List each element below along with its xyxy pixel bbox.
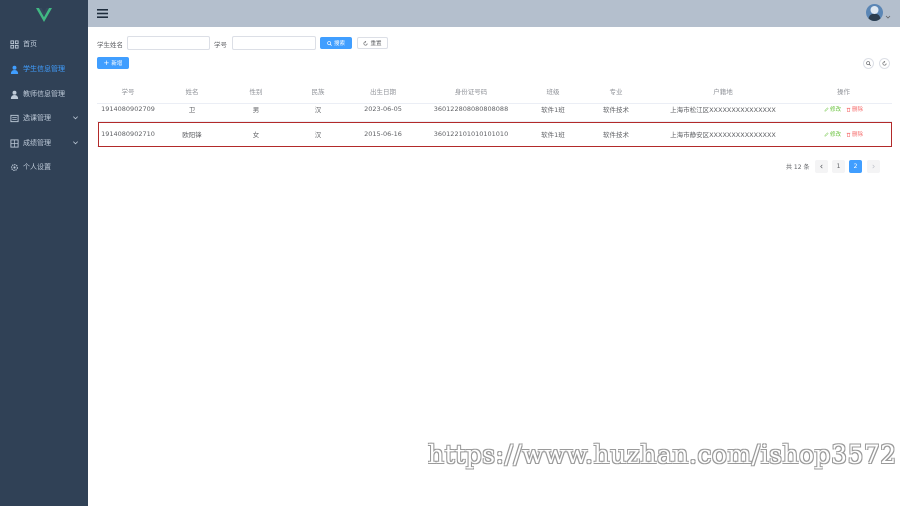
list-icon (10, 114, 19, 122)
table-row[interactable]: 1914080902710 欧阳锋 女 汉 2015-06-16 3601221… (97, 122, 892, 147)
reset-button-label: 重置 (370, 41, 382, 47)
cell-gender: 男 (252, 106, 260, 114)
sidebar-item-label: 选课管理 (23, 114, 51, 122)
edit-icon (824, 106, 829, 112)
cell-birthdate: 2023-06-05 (364, 105, 402, 113)
refresh-table-button[interactable] (879, 58, 890, 69)
student-name-input[interactable] (127, 36, 210, 50)
toggle-search-button[interactable] (863, 58, 874, 69)
chevron-down-icon (73, 116, 78, 120)
sidebar-item-label: 个人设置 (23, 163, 51, 171)
search-icon (866, 61, 871, 66)
cell-student-id: 1914080902710 (101, 130, 155, 138)
cell-major: 软件技术 (603, 106, 629, 114)
delete-button-label: 删除 (852, 132, 864, 138)
cell-actions: 修改 删除 (795, 122, 892, 146)
sidebar-item-settings[interactable]: 个人设置 (0, 156, 88, 178)
pagination-page-1[interactable]: 1 (832, 160, 845, 173)
reset-button[interactable]: 重置 (357, 37, 388, 49)
trash-icon (846, 132, 851, 137)
avatar[interactable] (866, 4, 883, 21)
top-navbar (88, 0, 900, 27)
vue-logo-icon (36, 8, 52, 22)
sidebar-item-teachers[interactable]: 教师信息管理 (0, 83, 88, 105)
refresh-icon (364, 40, 368, 45)
chevron-down-icon (73, 141, 78, 145)
dashboard-icon (10, 39, 19, 49)
sidebar-item-home[interactable]: 首页 (0, 33, 88, 55)
delete-button-label: 删除 (852, 107, 864, 113)
refresh-icon (882, 61, 887, 66)
edit-button-label: 修改 (829, 107, 841, 113)
cell-student-id: 1914080902709 (101, 105, 155, 113)
watermark-text: https://www.huzhan.com/ishop3572 (428, 440, 897, 469)
edit-button[interactable]: 修改 (824, 130, 841, 138)
app-root: 首页 学生信息管理 教师信息管理 选课管理 成绩管理 个人设置 学生姓名 学号 … (0, 0, 900, 506)
cell-class: 软件1班 (541, 131, 565, 139)
cell-birthdate: 2015-06-16 (364, 130, 402, 138)
pagination-page-2[interactable]: 2 (849, 160, 862, 173)
user-icon (10, 65, 19, 74)
delete-button[interactable]: 删除 (846, 130, 863, 138)
cell-hometown: 上海市静安区XXXXXXXXXXXXXXX (670, 131, 776, 139)
search-button[interactable]: 搜索 (320, 37, 352, 49)
delete-button[interactable]: 删除 (846, 105, 863, 113)
student-id-label: 学号 (214, 41, 227, 49)
edit-button[interactable]: 修改 (824, 105, 841, 113)
plus-icon: + (103, 58, 110, 67)
search-icon (327, 40, 332, 46)
sidebar-item-course[interactable]: 选课管理 (0, 107, 88, 129)
pagination-prev-button[interactable] (815, 160, 828, 173)
hamburger-icon[interactable] (97, 8, 108, 19)
sidebar-item-students[interactable]: 学生信息管理 (0, 58, 88, 80)
vue-logo[interactable] (0, 0, 88, 30)
avatar-image (866, 4, 883, 21)
cell-ethnicity: 汉 (314, 131, 322, 139)
gear-icon (11, 163, 18, 171)
edit-button-label: 修改 (829, 132, 841, 138)
student-id-input[interactable] (232, 36, 316, 50)
sidebar-item-label: 学生信息管理 (23, 65, 65, 73)
cell-gender: 女 (252, 131, 260, 139)
cell-name: 欧阳锋 (182, 131, 202, 139)
search-button-label: 搜索 (333, 41, 345, 47)
edit-icon (824, 131, 829, 137)
student-name-label: 学生姓名 (97, 41, 123, 49)
cell-hometown: 上海市松江区XXXXXXXXXXXXXXX (670, 106, 776, 114)
cell-id-card: 360122101010101010 (433, 130, 509, 138)
trash-icon (846, 107, 851, 112)
chevron-left-icon (820, 164, 823, 169)
add-button-label: 新增 (111, 61, 123, 67)
sidebar: 首页 学生信息管理 教师信息管理 选课管理 成绩管理 个人设置 (0, 0, 88, 506)
teacher-icon (10, 90, 19, 99)
grade-icon (10, 138, 19, 148)
cell-id-card: 360122808080808088 (433, 105, 509, 113)
cell-ethnicity: 汉 (314, 106, 322, 114)
cell-name: 卫 (188, 106, 196, 114)
pagination-total: 共 12 条 (786, 164, 810, 171)
caret-down-icon[interactable] (885, 14, 891, 20)
sidebar-item-label: 教师信息管理 (23, 90, 65, 98)
cell-actions: 修改 删除 (795, 97, 892, 121)
sidebar-item-label: 首页 (23, 40, 37, 48)
table-row[interactable]: 1914080902709 卫 男 汉 2023-06-05 360122808… (97, 97, 892, 122)
sidebar-item-grades[interactable]: 成绩管理 (0, 132, 88, 154)
cell-major: 软件技术 (603, 131, 629, 139)
add-button[interactable]: + 新增 (97, 57, 129, 69)
pagination-next-button[interactable] (867, 160, 880, 173)
sidebar-item-label: 成绩管理 (23, 139, 51, 147)
chevron-right-icon (872, 164, 875, 169)
cell-class: 软件1班 (541, 106, 565, 114)
